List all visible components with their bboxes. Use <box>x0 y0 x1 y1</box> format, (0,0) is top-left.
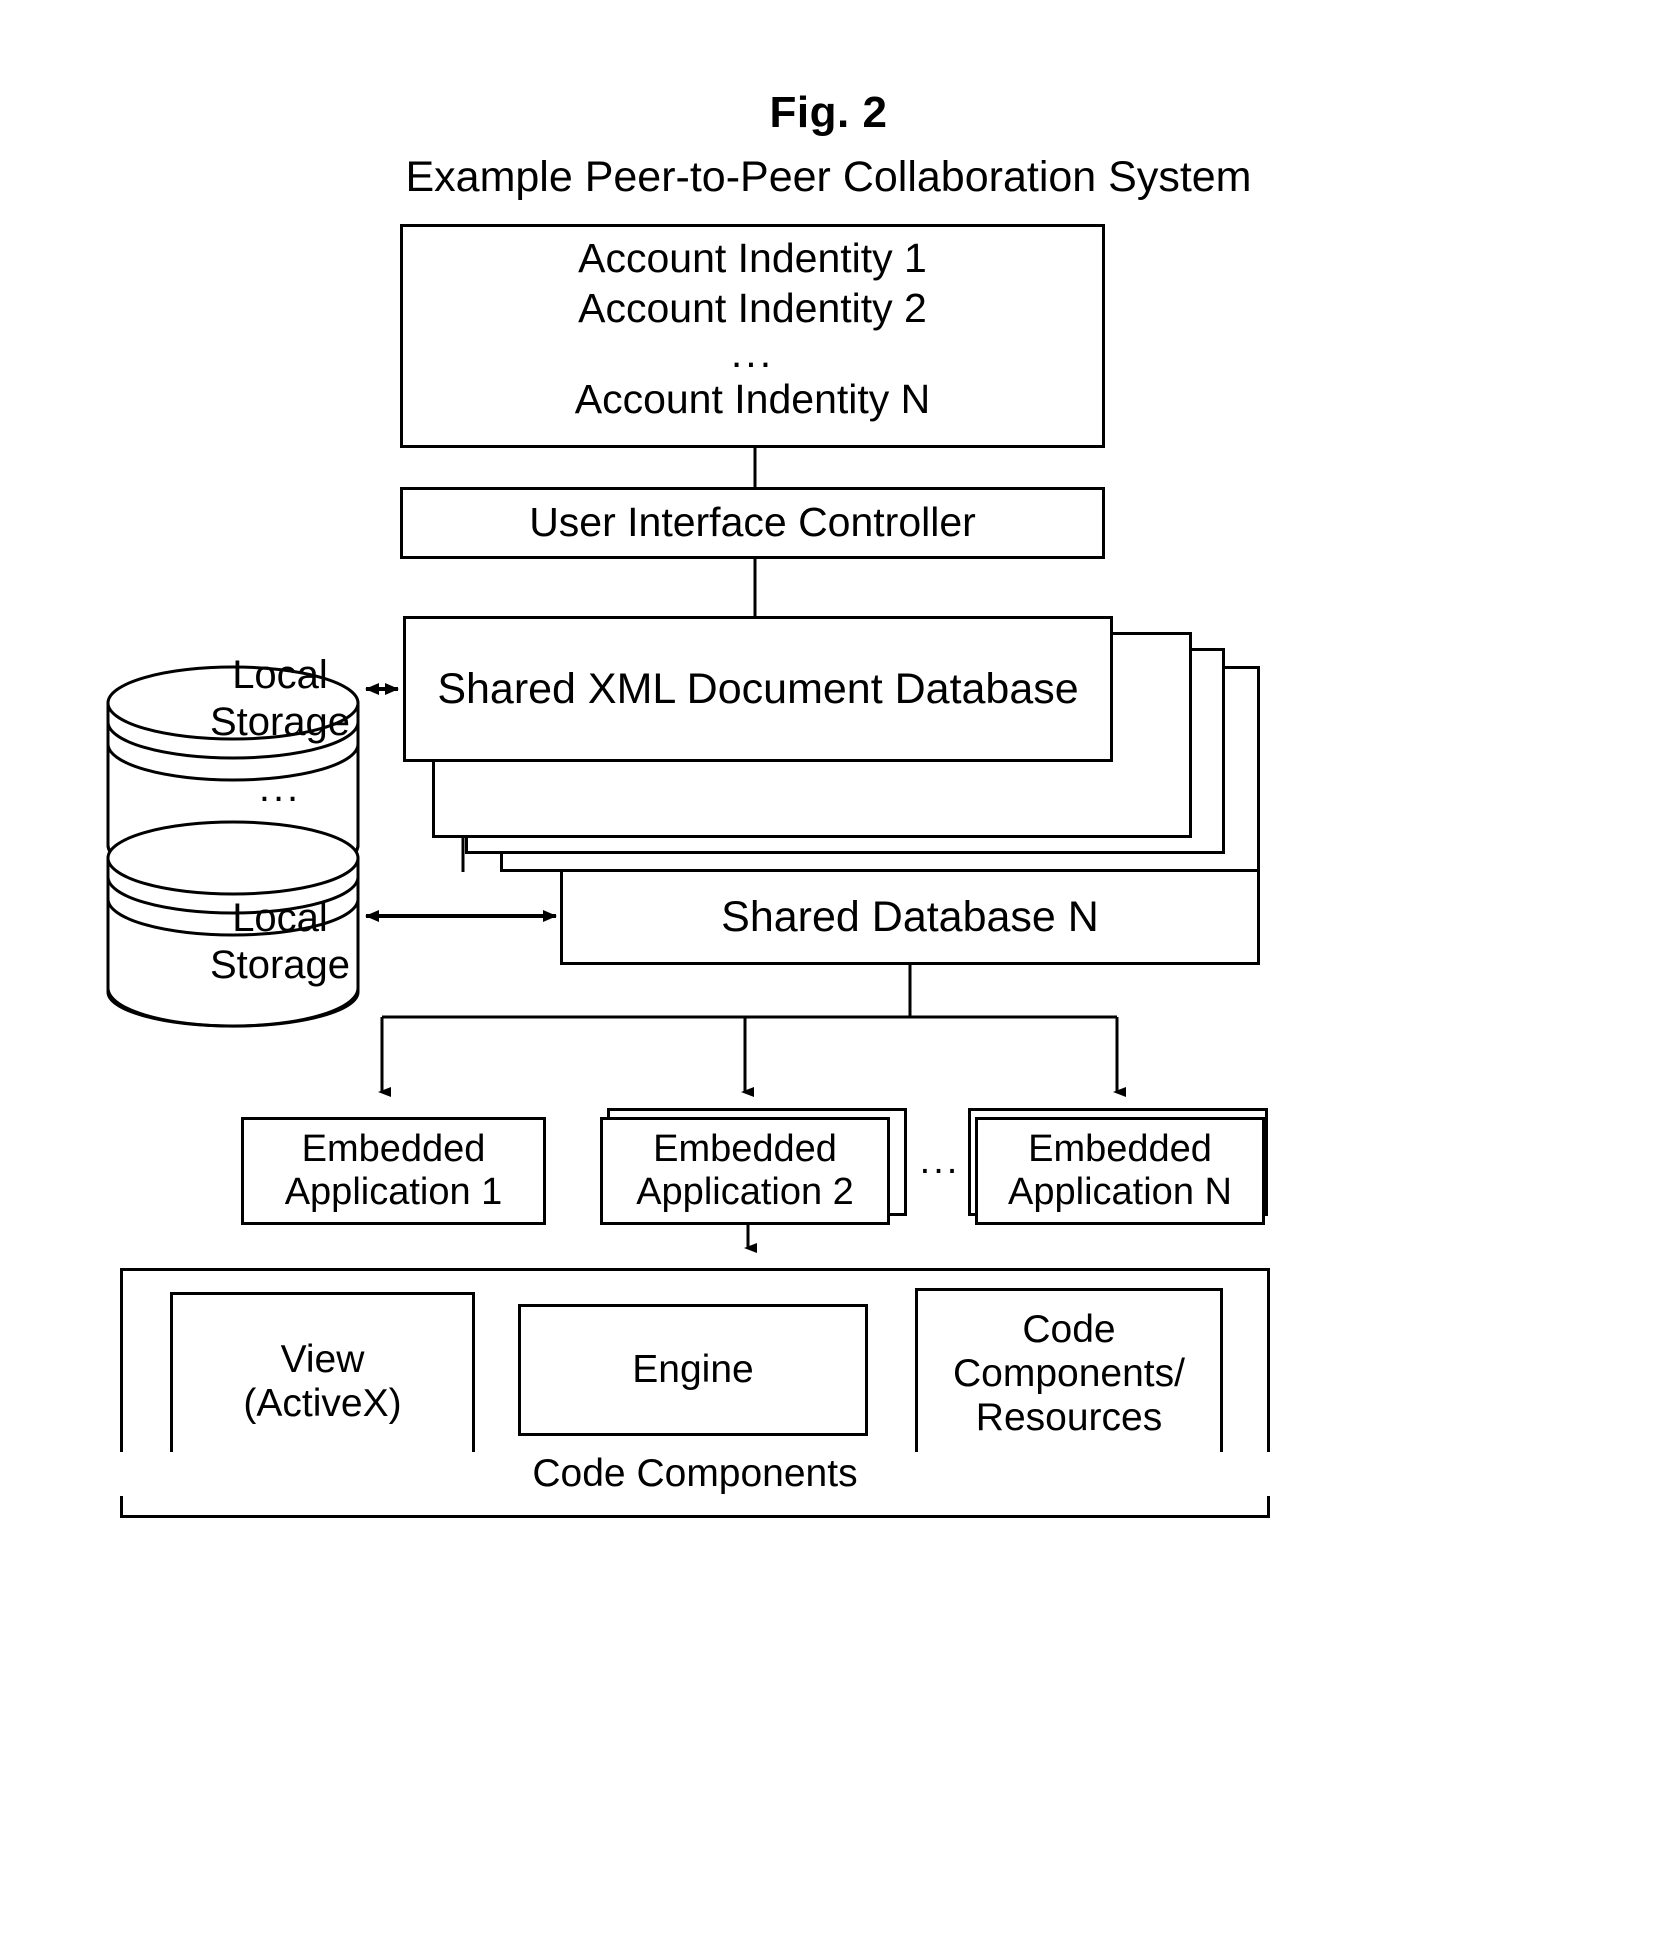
figure-title: Example Peer-to-Peer Collaboration Syste… <box>405 153 1252 201</box>
shared-database-n-box: Shared Database N <box>560 869 1260 965</box>
code-components-resources-box: Code Components/ Resources <box>915 1288 1223 1460</box>
account-identity-1: Account Indentity 1 <box>578 235 927 281</box>
user-interface-controller-box: User Interface Controller <box>400 487 1105 559</box>
embedded-application-2-line1: Embedded <box>653 1127 837 1170</box>
shared-xml-document-database-box: Shared XML Document Database <box>403 616 1113 762</box>
embedded-applications-ellipsis: ... <box>919 1140 961 1182</box>
code-resources-line1: Code <box>1022 1308 1116 1352</box>
embedded-application-2-box: Embedded Application 2 <box>600 1117 890 1225</box>
figure-canvas: Fig. 2 Example Peer-to-Peer Collaboratio… <box>0 0 1657 1949</box>
code-resources-line2: Components/ <box>953 1352 1185 1396</box>
embedded-application-1-box: Embedded Application 1 <box>241 1117 546 1225</box>
embedded-application-n-line1: Embedded <box>1028 1127 1212 1170</box>
figure-label: Fig. 2 <box>769 88 888 137</box>
user-interface-controller-label: User Interface Controller <box>529 499 976 546</box>
embedded-application-1-line2: Application 1 <box>284 1171 503 1213</box>
local-storage-1-line1: Local <box>232 653 328 697</box>
local-storage-1-line2: Storage <box>209 700 351 745</box>
account-identity-box: Account Indentity 1 Account Indentity 2 … <box>400 224 1105 448</box>
account-identity-n: Account Indentity N <box>574 376 931 423</box>
account-identity-ellipsis: ... <box>730 330 775 377</box>
embedded-application-2-line2: Application 2 <box>636 1171 854 1213</box>
local-storage-2-label: Local Storage <box>120 895 440 989</box>
local-storage-1-label: Local Storage <box>120 652 440 746</box>
code-components-panel-label: Code Components <box>120 1452 1270 1496</box>
view-line2: (ActiveX) <box>243 1382 402 1425</box>
embedded-application-n-box: Embedded Application N <box>975 1117 1265 1225</box>
engine-box: Engine <box>518 1304 868 1436</box>
view-line1: View <box>280 1338 365 1382</box>
local-storage-2-line1: Local <box>232 896 328 940</box>
code-resources-line3: Resources <box>975 1395 1163 1439</box>
embedded-application-1-line1: Embedded <box>301 1127 486 1170</box>
local-storage-2-line2: Storage <box>209 943 351 988</box>
local-storage-ellipsis: ... <box>258 766 302 810</box>
shared-database-n-label: Shared Database N <box>721 892 1099 941</box>
account-identity-2: Account Indentity 2 <box>578 285 927 332</box>
shared-xml-document-database-label: Shared XML Document Database <box>437 664 1079 713</box>
embedded-application-n-line2: Application N <box>1008 1171 1232 1213</box>
view-activex-box: View (ActiveX) <box>170 1292 475 1472</box>
engine-label: Engine <box>632 1348 754 1392</box>
